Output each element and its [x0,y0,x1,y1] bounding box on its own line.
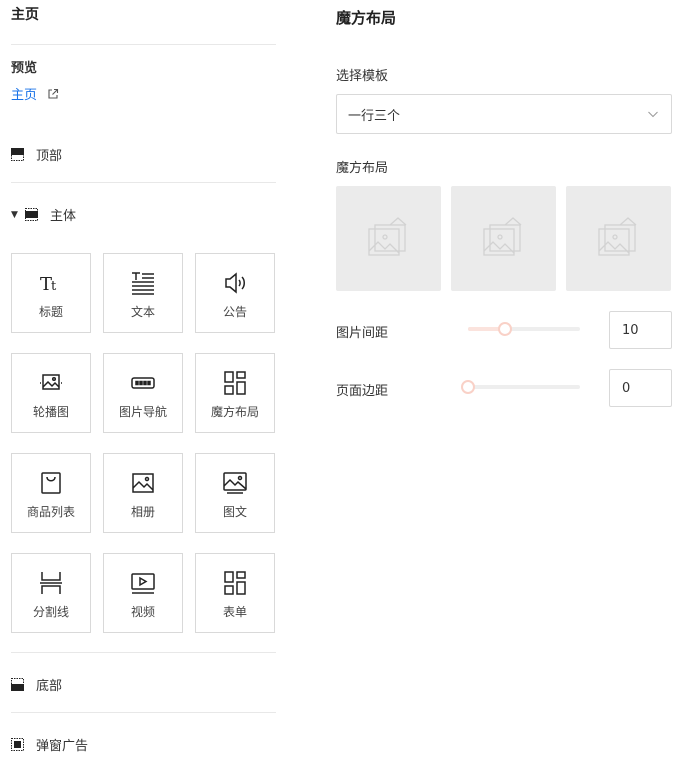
tile-label: 图文 [222,504,247,519]
bottom-section-icon [11,678,24,691]
preview-link-text[interactable]: 主页 [11,84,37,103]
tile-album[interactable]: 相册 [103,453,183,533]
section-popup[interactable]: 弹窗广告 [11,735,88,754]
tile-divider[interactable]: 分割线 [11,553,91,633]
divider-icon [40,571,62,594]
template-label: 选择模板 [336,69,389,84]
cube-slot[interactable] [451,186,556,291]
tile-cube-layout[interactable]: 魔方布局 [195,353,275,433]
body-section-icon [25,208,38,221]
svg-text:t: t [51,279,57,294]
tile-text[interactable]: 文本 [103,253,183,333]
image-spacing-input[interactable]: 10 [609,311,672,349]
slider-thumb[interactable] [461,380,475,394]
tile-label: 标题 [38,304,63,319]
external-link-icon [48,88,59,99]
divider [11,182,276,183]
divider [11,652,276,653]
tile-label: 公告 [222,304,247,319]
image-nav-icon [131,376,155,389]
popup-section-icon [11,738,24,751]
tile-notice[interactable]: 公告 [195,253,275,333]
caret-down-icon[interactable]: ▼ [11,210,25,220]
preview-link[interactable]: 主页 [11,84,59,103]
page-margin-slider[interactable] [461,380,580,394]
top-section-icon [11,148,24,161]
tile-video[interactable]: 视频 [103,553,183,633]
layout-label: 魔方布局 [336,161,389,176]
image-spacing-label: 图片间距 [336,326,389,341]
image-placeholder-icon [482,216,521,256]
page-margin-input[interactable]: 0 [609,369,672,407]
title-icon: Tt [40,274,57,295]
cube-slot[interactable] [336,186,441,291]
tile-label: 分割线 [32,604,69,619]
image-placeholder-icon [597,216,636,256]
template-select-value: 一行三个 [348,108,401,124]
tile-label: 商品列表 [26,504,75,519]
carousel-icon [40,373,62,390]
section-popup-label: 弹窗广告 [36,739,89,754]
tile-image-nav[interactable]: 图片导航 [103,353,183,433]
chevron-down-icon [648,111,658,118]
component-panel: 主页 预览 主页 顶部 ▼ 主体 Tt 标题 文本 公告 轮播图 图片导航 魔方… [11,0,276,766]
product-list-icon [41,471,61,494]
preview-label: 预览 [11,61,38,76]
cube-slot[interactable] [566,186,671,291]
image-spacing-slider[interactable] [468,322,580,336]
tile-label: 轮播图 [32,404,69,419]
template-select[interactable]: 一行三个 [336,94,672,134]
tile-label: 相册 [130,504,155,519]
tile-label: 魔方布局 [210,404,259,419]
settings-panel: 魔方布局 选择模板 一行三个 魔方布局 图片间距 10 页面边距 0 [336,0,672,766]
section-body[interactable]: ▼ 主体 [11,205,76,224]
section-top[interactable]: 顶部 [11,145,62,164]
video-icon [131,572,155,594]
tile-label: 表单 [222,604,247,619]
slider-thumb[interactable] [497,322,512,336]
tile-form[interactable]: 表单 [195,553,275,633]
tile-carousel[interactable]: 轮播图 [11,353,91,433]
section-top-label: 顶部 [36,149,63,164]
tile-title[interactable]: Tt 标题 [11,253,91,333]
image-text-icon [223,471,247,494]
component-grid: Tt 标题 文本 公告 轮播图 图片导航 魔方布局 商品列表 相册 图文 分割线… [11,253,276,633]
cube-preview [336,186,671,291]
notice-icon [225,271,245,294]
page-title: 主页 [11,7,39,23]
section-body-label: 主体 [50,209,77,224]
page-margin-value: 0 [622,380,631,396]
form-icon [224,570,246,595]
section-bottom-label: 底部 [36,679,63,694]
tile-label: 图片导航 [118,404,167,419]
text-icon [132,271,154,295]
image-placeholder-icon [367,216,406,256]
tile-product-list[interactable]: 商品列表 [11,453,91,533]
divider [11,712,276,713]
image-spacing-value: 10 [622,322,639,338]
tile-label: 文本 [130,304,155,319]
tile-label: 视频 [130,604,155,619]
divider [11,44,276,45]
tile-image-text[interactable]: 图文 [195,453,275,533]
cube-layout-icon [224,370,246,395]
section-bottom[interactable]: 底部 [11,675,62,694]
page-margin-label: 页面边距 [336,384,389,399]
album-icon [132,472,154,493]
settings-title: 魔方布局 [336,9,397,27]
